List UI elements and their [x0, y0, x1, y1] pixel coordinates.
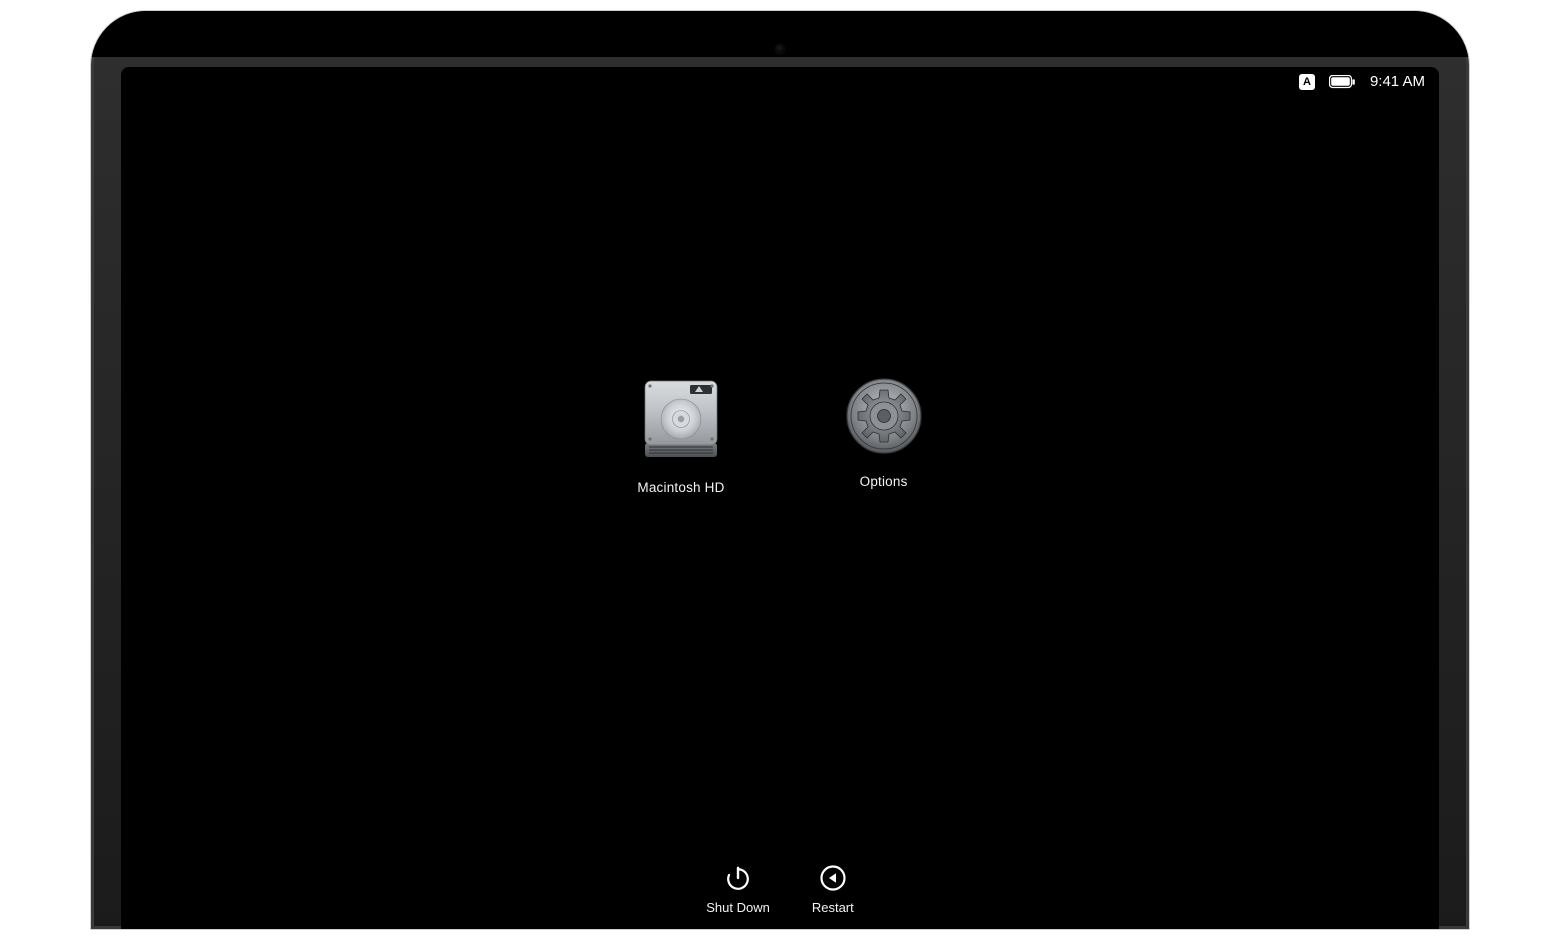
startup-options-label: Options — [860, 474, 908, 489]
internal-hard-disk-icon — [639, 377, 723, 466]
webcam-icon — [776, 45, 784, 53]
startup-screen: A 9:41 AM — [121, 67, 1439, 929]
startup-options[interactable]: Options — [845, 377, 923, 495]
input-method-indicator[interactable]: A — [1299, 74, 1315, 90]
startup-disk-label: Macintosh HD — [637, 480, 724, 495]
shut-down-label: Shut Down — [706, 900, 770, 915]
laptop-bezel: A 9:41 AM — [90, 10, 1470, 930]
restart-label: Restart — [812, 900, 854, 915]
restart-button[interactable]: Restart — [812, 864, 854, 915]
menu-bar: A 9:41 AM — [1299, 73, 1425, 90]
power-icon — [724, 864, 752, 892]
gear-icon — [845, 377, 923, 460]
clock: 9:41 AM — [1370, 73, 1425, 90]
battery-icon[interactable] — [1329, 75, 1356, 89]
shut-down-button[interactable]: Shut Down — [706, 864, 770, 915]
power-row: Shut Down Restart — [121, 864, 1439, 915]
restart-icon — [819, 864, 847, 892]
startup-disk-macintosh-hd[interactable]: Macintosh HD — [637, 377, 724, 495]
startup-choice-row: Macintosh HD — [121, 377, 1439, 495]
